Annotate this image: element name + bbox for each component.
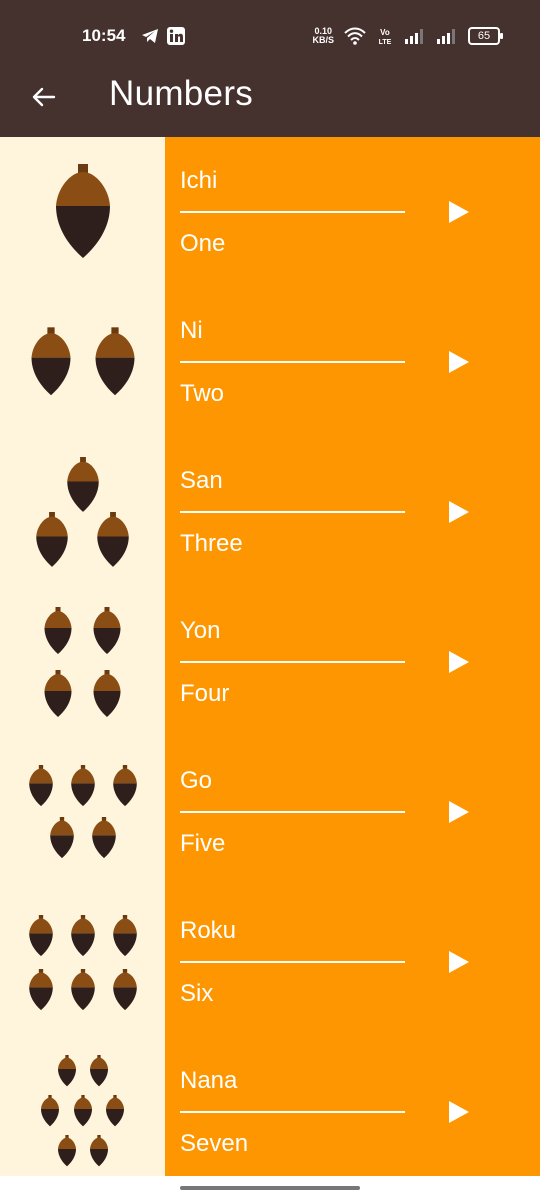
acorn-icon <box>62 457 104 513</box>
japanese-word: Ni <box>180 317 203 344</box>
english-word: Five <box>180 830 226 857</box>
acorn-icon <box>67 915 99 957</box>
english-word: Two <box>180 380 225 407</box>
divider <box>180 961 405 963</box>
acorn-icon <box>25 327 77 397</box>
linkedin-icon <box>167 27 185 45</box>
acorn-image <box>0 287 165 437</box>
divider <box>180 511 405 513</box>
list-item[interactable]: Yon Four <box>0 587 540 737</box>
volte-icon: Vo LTE <box>379 28 392 45</box>
acorn-icon <box>47 164 119 260</box>
signal-icon-2 <box>437 29 455 44</box>
acorn-icon <box>40 670 76 718</box>
acorn-icon <box>25 915 57 957</box>
english-word: Six <box>180 980 214 1007</box>
english-word: Three <box>180 530 243 557</box>
acorn-icon <box>89 670 125 718</box>
japanese-word: Nana <box>180 1067 238 1094</box>
acorn-icon <box>38 1095 62 1127</box>
acorn-icon <box>55 1055 79 1087</box>
list-item[interactable]: Go Five <box>0 737 540 887</box>
status-time: 10:54 <box>82 26 126 45</box>
divider <box>180 211 405 213</box>
play-icon[interactable] <box>447 649 471 675</box>
acorn-icon <box>31 512 73 568</box>
list-item[interactable]: Ni Two <box>0 287 540 437</box>
japanese-word: Roku <box>180 917 237 944</box>
signal-icon <box>405 29 423 44</box>
play-icon[interactable] <box>447 499 471 525</box>
divider <box>180 811 405 813</box>
acorn-icon <box>87 1055 111 1087</box>
japanese-word: San <box>180 467 223 494</box>
svg-text:LTE: LTE <box>379 39 392 45</box>
acorn-icon <box>55 1135 79 1167</box>
acorn-image <box>0 137 165 287</box>
net-speed: 0.10 KB/S <box>312 26 334 45</box>
acorn-icon <box>67 765 99 807</box>
play-icon[interactable] <box>447 1099 471 1125</box>
japanese-word: Yon <box>180 617 221 644</box>
navigation-bar <box>0 1176 540 1200</box>
english-word: Seven <box>180 1130 249 1157</box>
status-bar: 10:54 0.10 KB/S Vo LTE 65 <box>0 0 540 64</box>
acorn-icon <box>92 512 134 568</box>
english-word: Four <box>180 680 230 707</box>
play-icon[interactable] <box>447 199 471 225</box>
battery-icon: 65 <box>468 27 503 45</box>
page-title: Numbers <box>109 74 254 113</box>
numbers-list[interactable]: Ichi One Ni Two San Three Yon Four Go Fi… <box>0 137 540 1187</box>
divider <box>180 661 405 663</box>
acorn-icon <box>46 817 78 859</box>
acorn-icon <box>71 1095 95 1127</box>
acorn-icon <box>103 1095 127 1127</box>
svg-text:Vo: Vo <box>380 28 390 37</box>
acorn-image <box>0 887 165 1037</box>
list-item[interactable]: Roku Six <box>0 887 540 1037</box>
divider <box>180 361 405 363</box>
list-item[interactable]: San Three <box>0 437 540 587</box>
back-arrow-icon[interactable] <box>24 78 64 118</box>
acorn-icon <box>109 969 141 1011</box>
english-word: One <box>180 230 226 257</box>
acorn-icon <box>109 915 141 957</box>
acorn-image <box>0 737 165 887</box>
japanese-word: Go <box>180 767 213 794</box>
acorn-icon <box>87 1135 111 1167</box>
acorn-icon <box>40 607 76 655</box>
acorn-icon <box>25 969 57 1011</box>
japanese-word: Ichi <box>180 167 218 194</box>
acorn-icon <box>67 969 99 1011</box>
list-item[interactable]: Nana Seven <box>0 1037 540 1187</box>
acorn-icon <box>109 765 141 807</box>
acorn-image <box>0 437 165 587</box>
divider <box>180 1111 405 1113</box>
acorn-icon <box>88 817 120 859</box>
acorn-image <box>0 1037 165 1187</box>
home-gesture-handle[interactable] <box>180 1186 360 1190</box>
play-icon[interactable] <box>447 799 471 825</box>
acorn-image <box>0 587 165 737</box>
app-bar: Numbers <box>0 64 540 137</box>
acorn-icon <box>25 765 57 807</box>
play-icon[interactable] <box>447 349 471 375</box>
acorn-icon <box>89 327 141 397</box>
list-item[interactable]: Ichi One <box>0 137 540 287</box>
telegram-icon <box>142 29 158 43</box>
acorn-icon <box>89 607 125 655</box>
play-icon[interactable] <box>447 949 471 975</box>
wifi-icon <box>344 27 366 45</box>
